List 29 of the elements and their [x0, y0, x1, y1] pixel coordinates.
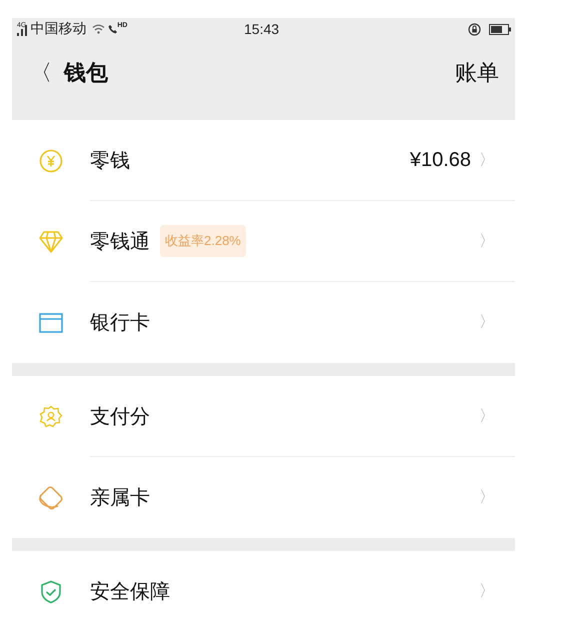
back-button[interactable]: 〈 — [30, 58, 52, 88]
badge-person-icon — [39, 404, 63, 428]
menu-item-label[interactable]: 亲属卡 — [90, 484, 150, 511]
yen-coin-icon — [39, 148, 63, 172]
rotation-lock-icon — [468, 22, 481, 36]
chevron-icon: 〉 — [479, 406, 495, 426]
chevron-icon: 〉 — [479, 230, 495, 252]
menu-item-label[interactable]: 支付分 — [90, 402, 150, 430]
chevron-icon: 〉 — [479, 581, 495, 602]
menu-item-label[interactable]: 零钱通 — [90, 228, 150, 254]
wifi-icon — [92, 24, 106, 34]
menu-item-label[interactable]: 零钱 — [90, 146, 130, 174]
chevron-icon: 〉 — [479, 312, 495, 333]
shield-check-icon — [40, 580, 62, 604]
bank-card-icon — [39, 312, 63, 332]
menu-item-label[interactable]: 银行卡 — [90, 309, 150, 336]
yield-tag: 收益率2.28% — [160, 225, 246, 257]
balance-amount: ¥10.68 — [410, 148, 471, 172]
battery-icon — [489, 24, 511, 34]
diamond-icon — [39, 230, 63, 252]
page-title: 钱包 — [64, 59, 108, 87]
bill-link[interactable]: 账单 — [455, 58, 499, 88]
phone-icon — [108, 24, 118, 34]
tilted-card-icon — [38, 486, 64, 510]
menu-item-label[interactable]: 安全保障 — [90, 578, 170, 605]
chevron-icon: 〉 — [479, 150, 495, 170]
carrier-name: 中国移动 — [30, 20, 86, 38]
chevron-icon: 〉 — [479, 487, 495, 508]
status-time: 15:43 — [244, 21, 280, 37]
